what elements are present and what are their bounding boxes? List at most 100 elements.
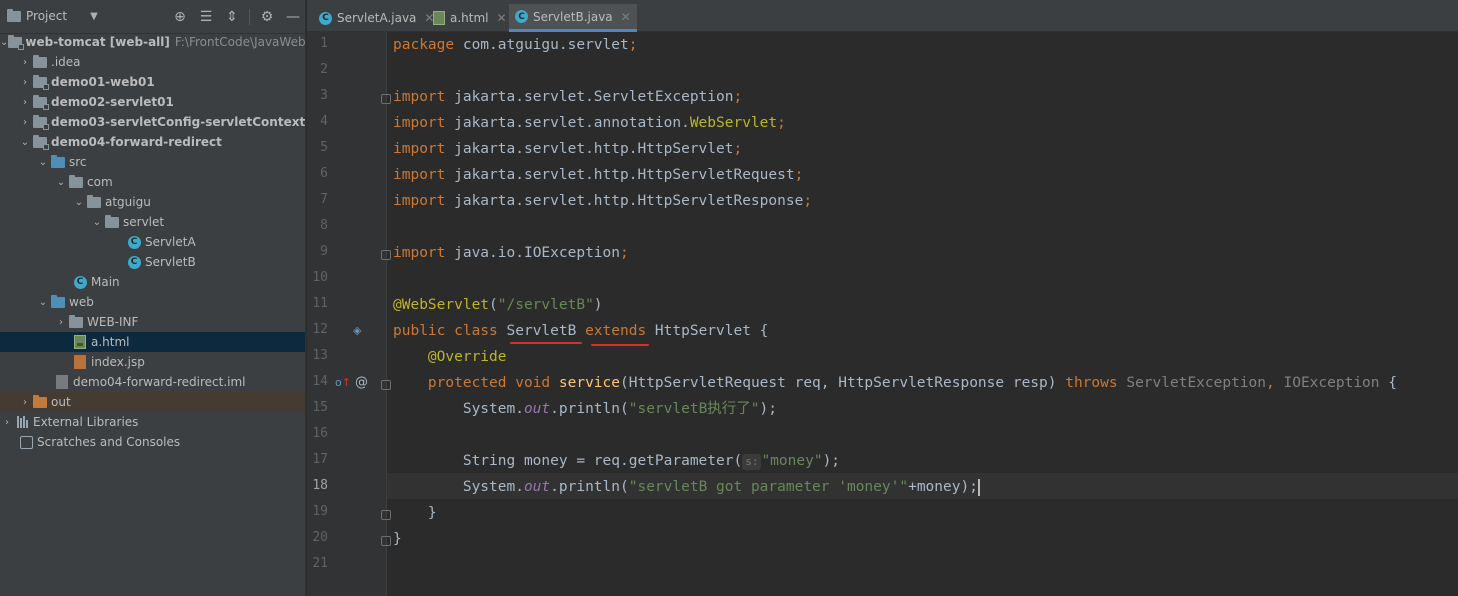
- code-token: ServletException: [1117, 375, 1267, 391]
- code-line-15: System.out.println("servletB执行了");: [393, 396, 777, 422]
- tree-item-scratches[interactable]: Scratches and Consoles: [0, 432, 305, 452]
- locate-file-icon[interactable]: ⊕: [171, 8, 189, 26]
- tree-item-index-jsp[interactable]: index.jsp: [0, 352, 305, 372]
- code-line-3: import jakarta.servlet.ServletException;: [393, 84, 742, 110]
- tree-item-a-html[interactable]: a.html: [0, 332, 305, 352]
- tree-item-servlet[interactable]: ⌄ servlet: [0, 212, 305, 232]
- package-icon: [68, 174, 84, 190]
- line-number: 13: [312, 348, 328, 363]
- override-method-icon[interactable]: o↑: [335, 376, 351, 389]
- gear-icon[interactable]: ⚙: [258, 8, 276, 26]
- code-area[interactable]: package com.atguigu.servlet; import jaka…: [387, 32, 1458, 596]
- tab-a-html[interactable]: a.html ✕: [427, 4, 513, 32]
- code-token: ;: [794, 167, 804, 183]
- code-token: +money);: [908, 479, 978, 495]
- tree-item-label: demo02-servlet01: [51, 95, 174, 109]
- chevron-right-icon[interactable]: ›: [18, 72, 32, 92]
- tree-item-demo01-web01[interactable]: › demo01-web01: [0, 72, 305, 92]
- code-token: );: [759, 401, 778, 417]
- java-class-icon: C: [72, 274, 88, 290]
- tree-item-web[interactable]: ⌄ web: [0, 292, 305, 312]
- package-icon: [86, 194, 102, 210]
- code-token: @Override: [427, 349, 507, 365]
- code-line-18: System.out.println("servletB got paramet…: [393, 474, 980, 500]
- tree-item-web-inf[interactable]: › WEB-INF: [0, 312, 305, 332]
- tree-item-src[interactable]: ⌄ src: [0, 152, 305, 172]
- tab-servletb[interactable]: C ServletB.java ✕: [509, 4, 637, 32]
- close-icon[interactable]: ✕: [497, 11, 507, 25]
- code-token: ;: [803, 193, 813, 209]
- code-token: String money = req.getParameter(: [462, 453, 743, 469]
- tree-item-atguigu[interactable]: ⌄ atguigu: [0, 192, 305, 212]
- code-line-7: import jakarta.servlet.http.HttpServletR…: [393, 188, 812, 214]
- code-token: out: [523, 479, 551, 495]
- code-token: com.atguigu.servlet: [454, 37, 629, 53]
- hide-panel-icon[interactable]: —: [284, 8, 302, 26]
- line-number: 5: [320, 140, 328, 155]
- red-annotation-underline: [510, 342, 582, 344]
- tree-item-web-tomcat[interactable]: ⌄ web-tomcat [web-all] F:\FrontCode\Java…: [0, 32, 305, 52]
- code-token: IOException: [1283, 375, 1380, 391]
- servlet-mapping-icon[interactable]: ◈: [353, 324, 361, 337]
- code-token: .println(: [550, 401, 629, 417]
- editor-gutter[interactable]: 1 2 3 4 5 6 7 8 9 10 11 12 13 14 15 16 1…: [307, 32, 391, 596]
- tree-item-servleta[interactable]: C ServletA: [0, 232, 305, 252]
- tree-item-external-libraries[interactable]: › External Libraries: [0, 412, 305, 432]
- chevron-right-icon[interactable]: ›: [54, 312, 68, 332]
- code-token: import: [393, 89, 446, 105]
- tree-item-label: servlet: [123, 215, 165, 229]
- tree-item-idea[interactable]: › .idea: [0, 52, 305, 72]
- code-token: System.: [462, 401, 524, 417]
- editor-tab-bar: C ServletA.java ✕ a.html ✕ C ServletB.ja…: [307, 0, 1458, 32]
- tree-item-label: atguigu: [105, 195, 151, 209]
- code-token: ;: [733, 141, 743, 157]
- line-number: 15: [312, 400, 328, 415]
- code-token: }: [393, 531, 402, 547]
- chevron-right-icon[interactable]: ›: [18, 52, 32, 72]
- tree-item-com[interactable]: ⌄ com: [0, 172, 305, 192]
- tree-item-servletb[interactable]: C ServletB: [0, 252, 305, 272]
- annotation-at-icon[interactable]: @: [355, 375, 368, 390]
- code-token: "servletB got parameter 'money'": [628, 479, 909, 495]
- tree-item-demo02-servlet01[interactable]: › demo02-servlet01: [0, 92, 305, 112]
- module-folder-icon: [32, 94, 49, 110]
- tree-item-demo03[interactable]: › demo03-servletConfig-servletContext: [0, 112, 305, 132]
- collapse-all-icon[interactable]: ⇕: [223, 8, 241, 26]
- chevron-down-icon[interactable]: ⌄: [0, 32, 8, 52]
- chevron-down-icon[interactable]: ⌄: [90, 212, 104, 232]
- line-number: 4: [320, 114, 328, 129]
- code-token: out: [523, 401, 551, 417]
- chevron-right-icon[interactable]: ›: [18, 392, 32, 412]
- project-panel-toolbar: ⊕ ☰ ⇕ ⚙ —: [171, 8, 302, 26]
- project-view-selector[interactable]: Project ▼: [5, 8, 98, 23]
- tab-servleta[interactable]: C ServletA.java ✕: [313, 4, 440, 32]
- line-number: 3: [320, 88, 328, 103]
- tree-item-iml[interactable]: demo04-forward-redirect.iml: [0, 372, 305, 392]
- java-class-icon: C: [126, 254, 142, 270]
- expand-all-icon[interactable]: ☰: [197, 8, 215, 26]
- chevron-right-icon[interactable]: ›: [0, 412, 14, 432]
- chevron-down-icon[interactable]: ⌄: [18, 132, 32, 152]
- chevron-down-icon[interactable]: ⌄: [72, 192, 86, 212]
- line-number: 6: [320, 166, 328, 181]
- tree-item-main[interactable]: C Main: [0, 272, 305, 292]
- tree-item-label: index.jsp: [91, 355, 145, 369]
- code-token: import: [393, 193, 446, 209]
- tree-item-label: .idea: [51, 55, 81, 69]
- close-icon[interactable]: ✕: [621, 10, 631, 24]
- chevron-down-icon[interactable]: ⌄: [36, 292, 50, 312]
- chevron-right-icon[interactable]: ›: [18, 92, 32, 112]
- code-editor: C ServletA.java ✕ a.html ✕ C ServletB.ja…: [307, 0, 1458, 596]
- code-line-5: import jakarta.servlet.http.HttpServlet;: [393, 136, 742, 162]
- iml-file-icon: [54, 374, 70, 390]
- tree-item-demo04-forward-redirect[interactable]: ⌄ demo04-forward-redirect: [0, 132, 305, 152]
- chevron-right-icon[interactable]: ›: [18, 112, 32, 132]
- tree-item-out[interactable]: › out: [0, 392, 305, 412]
- chevron-down-icon[interactable]: ⌄: [36, 152, 50, 172]
- chevron-down-icon[interactable]: ▼: [90, 11, 98, 22]
- project-tree: ⌄ web-tomcat [web-all] F:\FrontCode\Java…: [0, 32, 305, 452]
- line-number: 16: [312, 426, 328, 441]
- code-token: WebServlet: [689, 115, 778, 131]
- code-token: HttpServlet {: [646, 323, 769, 339]
- chevron-down-icon[interactable]: ⌄: [54, 172, 68, 192]
